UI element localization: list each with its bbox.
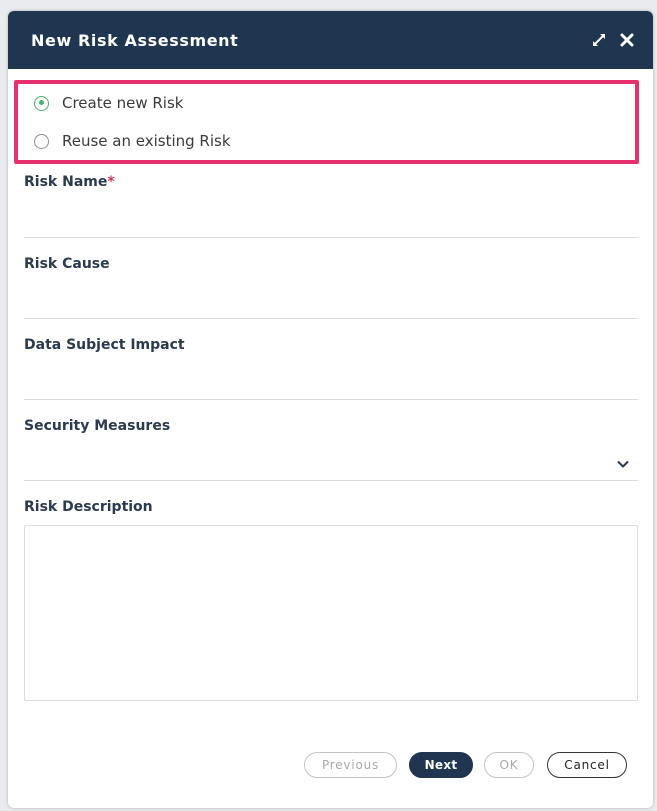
risk-description-label: Risk Description [24, 499, 153, 515]
radio-unselected-icon[interactable] [34, 133, 49, 149]
field-divider [24, 480, 638, 481]
data-subject-impact-field: Data Subject Impact [24, 337, 638, 401]
expand-icon[interactable] [591, 32, 607, 48]
reuse-existing-risk-label: Reuse an existing Risk [62, 132, 231, 150]
previous-button[interactable]: Previous [304, 752, 397, 778]
risk-option-group: Create new Risk Reuse an existing Risk [14, 80, 639, 164]
security-measures-field[interactable]: Security Measures [24, 418, 638, 482]
risk-name-input[interactable] [24, 202, 638, 232]
field-divider [24, 237, 638, 238]
data-subject-impact-input[interactable] [24, 365, 638, 395]
create-new-risk-option[interactable]: Create new Risk [34, 94, 183, 112]
cancel-button[interactable]: Cancel [547, 752, 627, 778]
data-subject-impact-label: Data Subject Impact [24, 337, 185, 353]
security-measures-label: Security Measures [24, 418, 171, 434]
dialog-title: New Risk Assessment [31, 30, 239, 50]
dialog-header: New Risk Assessment [8, 11, 653, 69]
risk-cause-input[interactable] [24, 284, 638, 314]
close-icon[interactable] [619, 32, 635, 48]
header-icons [591, 32, 635, 48]
risk-description-textarea[interactable] [24, 525, 638, 701]
risk-cause-field: Risk Cause [24, 256, 638, 320]
field-divider [24, 318, 638, 319]
new-risk-assessment-dialog: New Risk Assessment Create new Risk Reus… [8, 11, 653, 808]
required-marker: * [107, 174, 115, 190]
risk-description-field: Risk Description [24, 499, 638, 519]
field-divider [24, 399, 638, 400]
reuse-existing-risk-option[interactable]: Reuse an existing Risk [34, 132, 231, 150]
risk-name-field: Risk Name* [24, 174, 638, 238]
risk-cause-label: Risk Cause [24, 256, 110, 272]
ok-button[interactable]: OK [484, 752, 534, 778]
radio-selected-icon[interactable] [34, 95, 49, 111]
create-new-risk-label: Create new Risk [62, 94, 184, 112]
risk-name-label: Risk Name* [24, 174, 115, 190]
next-button[interactable]: Next [409, 752, 473, 778]
chevron-down-icon[interactable] [616, 456, 630, 470]
